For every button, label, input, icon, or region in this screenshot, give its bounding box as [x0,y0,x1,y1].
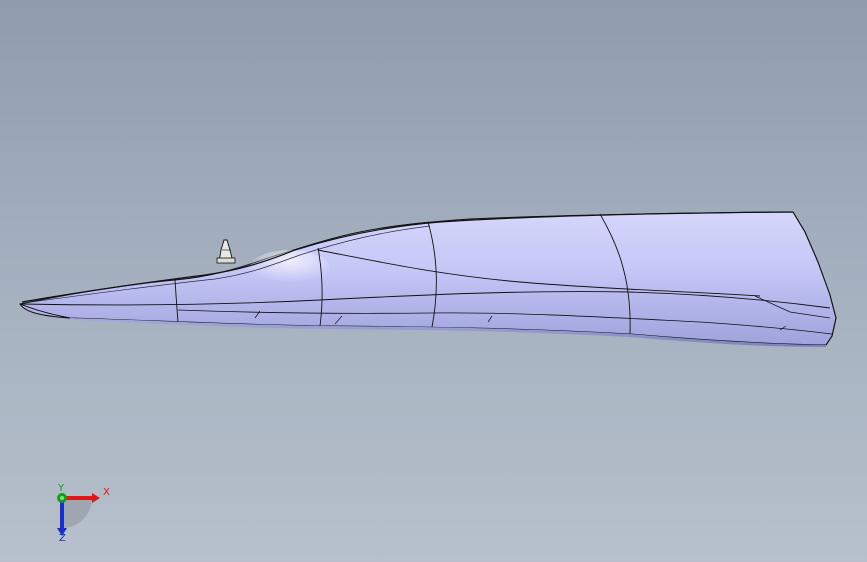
z-axis-label: Z [59,533,66,544]
coordinate-triad: X Y Z [40,482,120,552]
pin-fitting[interactable] [216,239,236,264]
x-axis-label: X [103,487,110,498]
model-body[interactable] [19,211,837,346]
3d-model[interactable] [0,0,867,562]
graphics-viewport[interactable]: X Y Z [0,0,867,562]
y-axis-label: Y [58,483,65,494]
